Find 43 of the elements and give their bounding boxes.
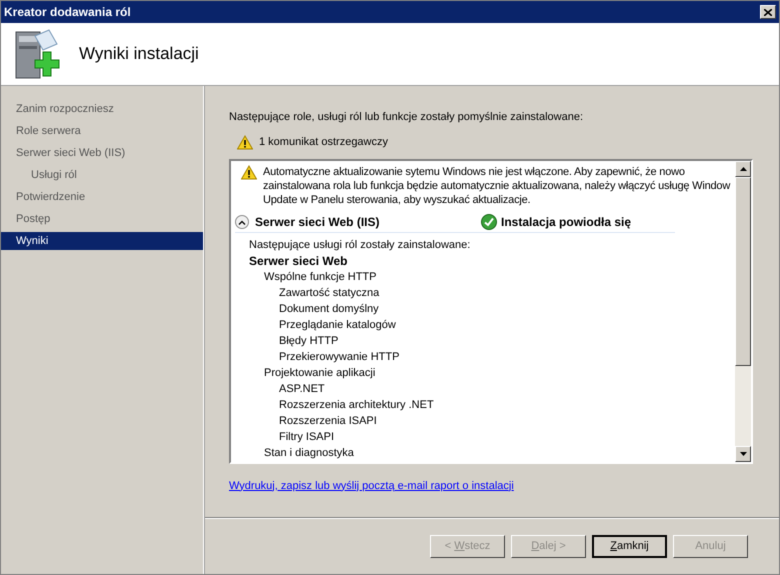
sidebar-item[interactable]: Potwierdzenie	[1, 188, 203, 206]
page-heading: Wyniki instalacji	[79, 43, 199, 66]
sidebar-item[interactable]: Postęp	[1, 210, 203, 228]
tree-item: Przeglądanie katalogów	[279, 318, 396, 332]
tree-item: Dokument domyślny	[279, 302, 379, 316]
success-check-icon	[481, 214, 497, 230]
chevron-icon	[238, 220, 246, 224]
sidebar-item[interactable]: Serwer sieci Web (IIS)	[1, 144, 203, 162]
tree-item: Zawartość statyczna	[279, 286, 380, 300]
status-text: Instalacja powiodła się	[501, 214, 632, 231]
scroll-up-button[interactable]	[735, 160, 751, 176]
section-title: Serwer sieci Web (IIS)	[255, 214, 380, 231]
scroll-thumb[interactable]	[735, 176, 751, 366]
tree-item: Rozszerzenia architektury .NET	[279, 398, 434, 412]
tree-item: ASP.NET	[279, 382, 325, 396]
close-button[interactable]	[760, 5, 776, 19]
tree-item: Przekierowywanie HTTP	[279, 350, 400, 364]
sidebar-item[interactable]: Usługi ról	[1, 166, 203, 184]
tree-item: Stan i diagnostyka	[264, 446, 354, 460]
tree-item: Projektowanie aplikacji	[264, 366, 376, 380]
warning-icon	[241, 164, 257, 180]
scroll-down-button[interactable]	[735, 446, 751, 462]
sidebar-item[interactable]: Wyniki	[1, 232, 203, 250]
sidebar-item[interactable]: Role serwera	[1, 122, 203, 140]
tree-item: Wspólne funkcje HTTP	[264, 270, 376, 284]
warning-message: Automatyczne aktualizowanie sytemu Windows nie jest włączone. Aby zapewnić, że nowo zainstalowana rola lub funkcja będzie automatycznie aktualizowana, należy włączyć usługę Window Update w Panelu sterowania, aby wyszukać aktualizacje.	[263, 164, 732, 206]
sidebar-item[interactable]: Zanim rozpoczniesz	[1, 100, 203, 118]
tree-item: Błędy HTTP	[279, 334, 338, 348]
wizard-button[interactable]: Zamknij	[592, 534, 667, 558]
warning-count: 1 komunikat ostrzegawczy	[259, 135, 388, 150]
tree-item: Serwer sieci Web	[249, 252, 348, 268]
collapse-toggle[interactable]	[235, 215, 249, 229]
list-heading: Następujące usługi ról zostały zainstalowane:	[249, 238, 472, 252]
window-title: Kreator dodawania ról	[4, 4, 131, 21]
down-arrow-icon	[740, 452, 746, 456]
tree-item: Filtry ISAPI	[279, 430, 334, 444]
report-link[interactable]: Wydrukuj, zapisz lub wyślij pocztą e-mail raport o instalacji	[229, 478, 514, 494]
tree-item: Rozszerzenia ISAPI	[279, 414, 377, 428]
scrollbar[interactable]	[735, 160, 751, 462]
up-arrow-icon	[740, 166, 746, 170]
close-icon	[764, 8, 772, 16]
warning-icon	[237, 134, 253, 150]
intro-text: Następujące role, usługi ról lub funkcje zostały pomyślnie zainstalowane:	[229, 110, 584, 124]
